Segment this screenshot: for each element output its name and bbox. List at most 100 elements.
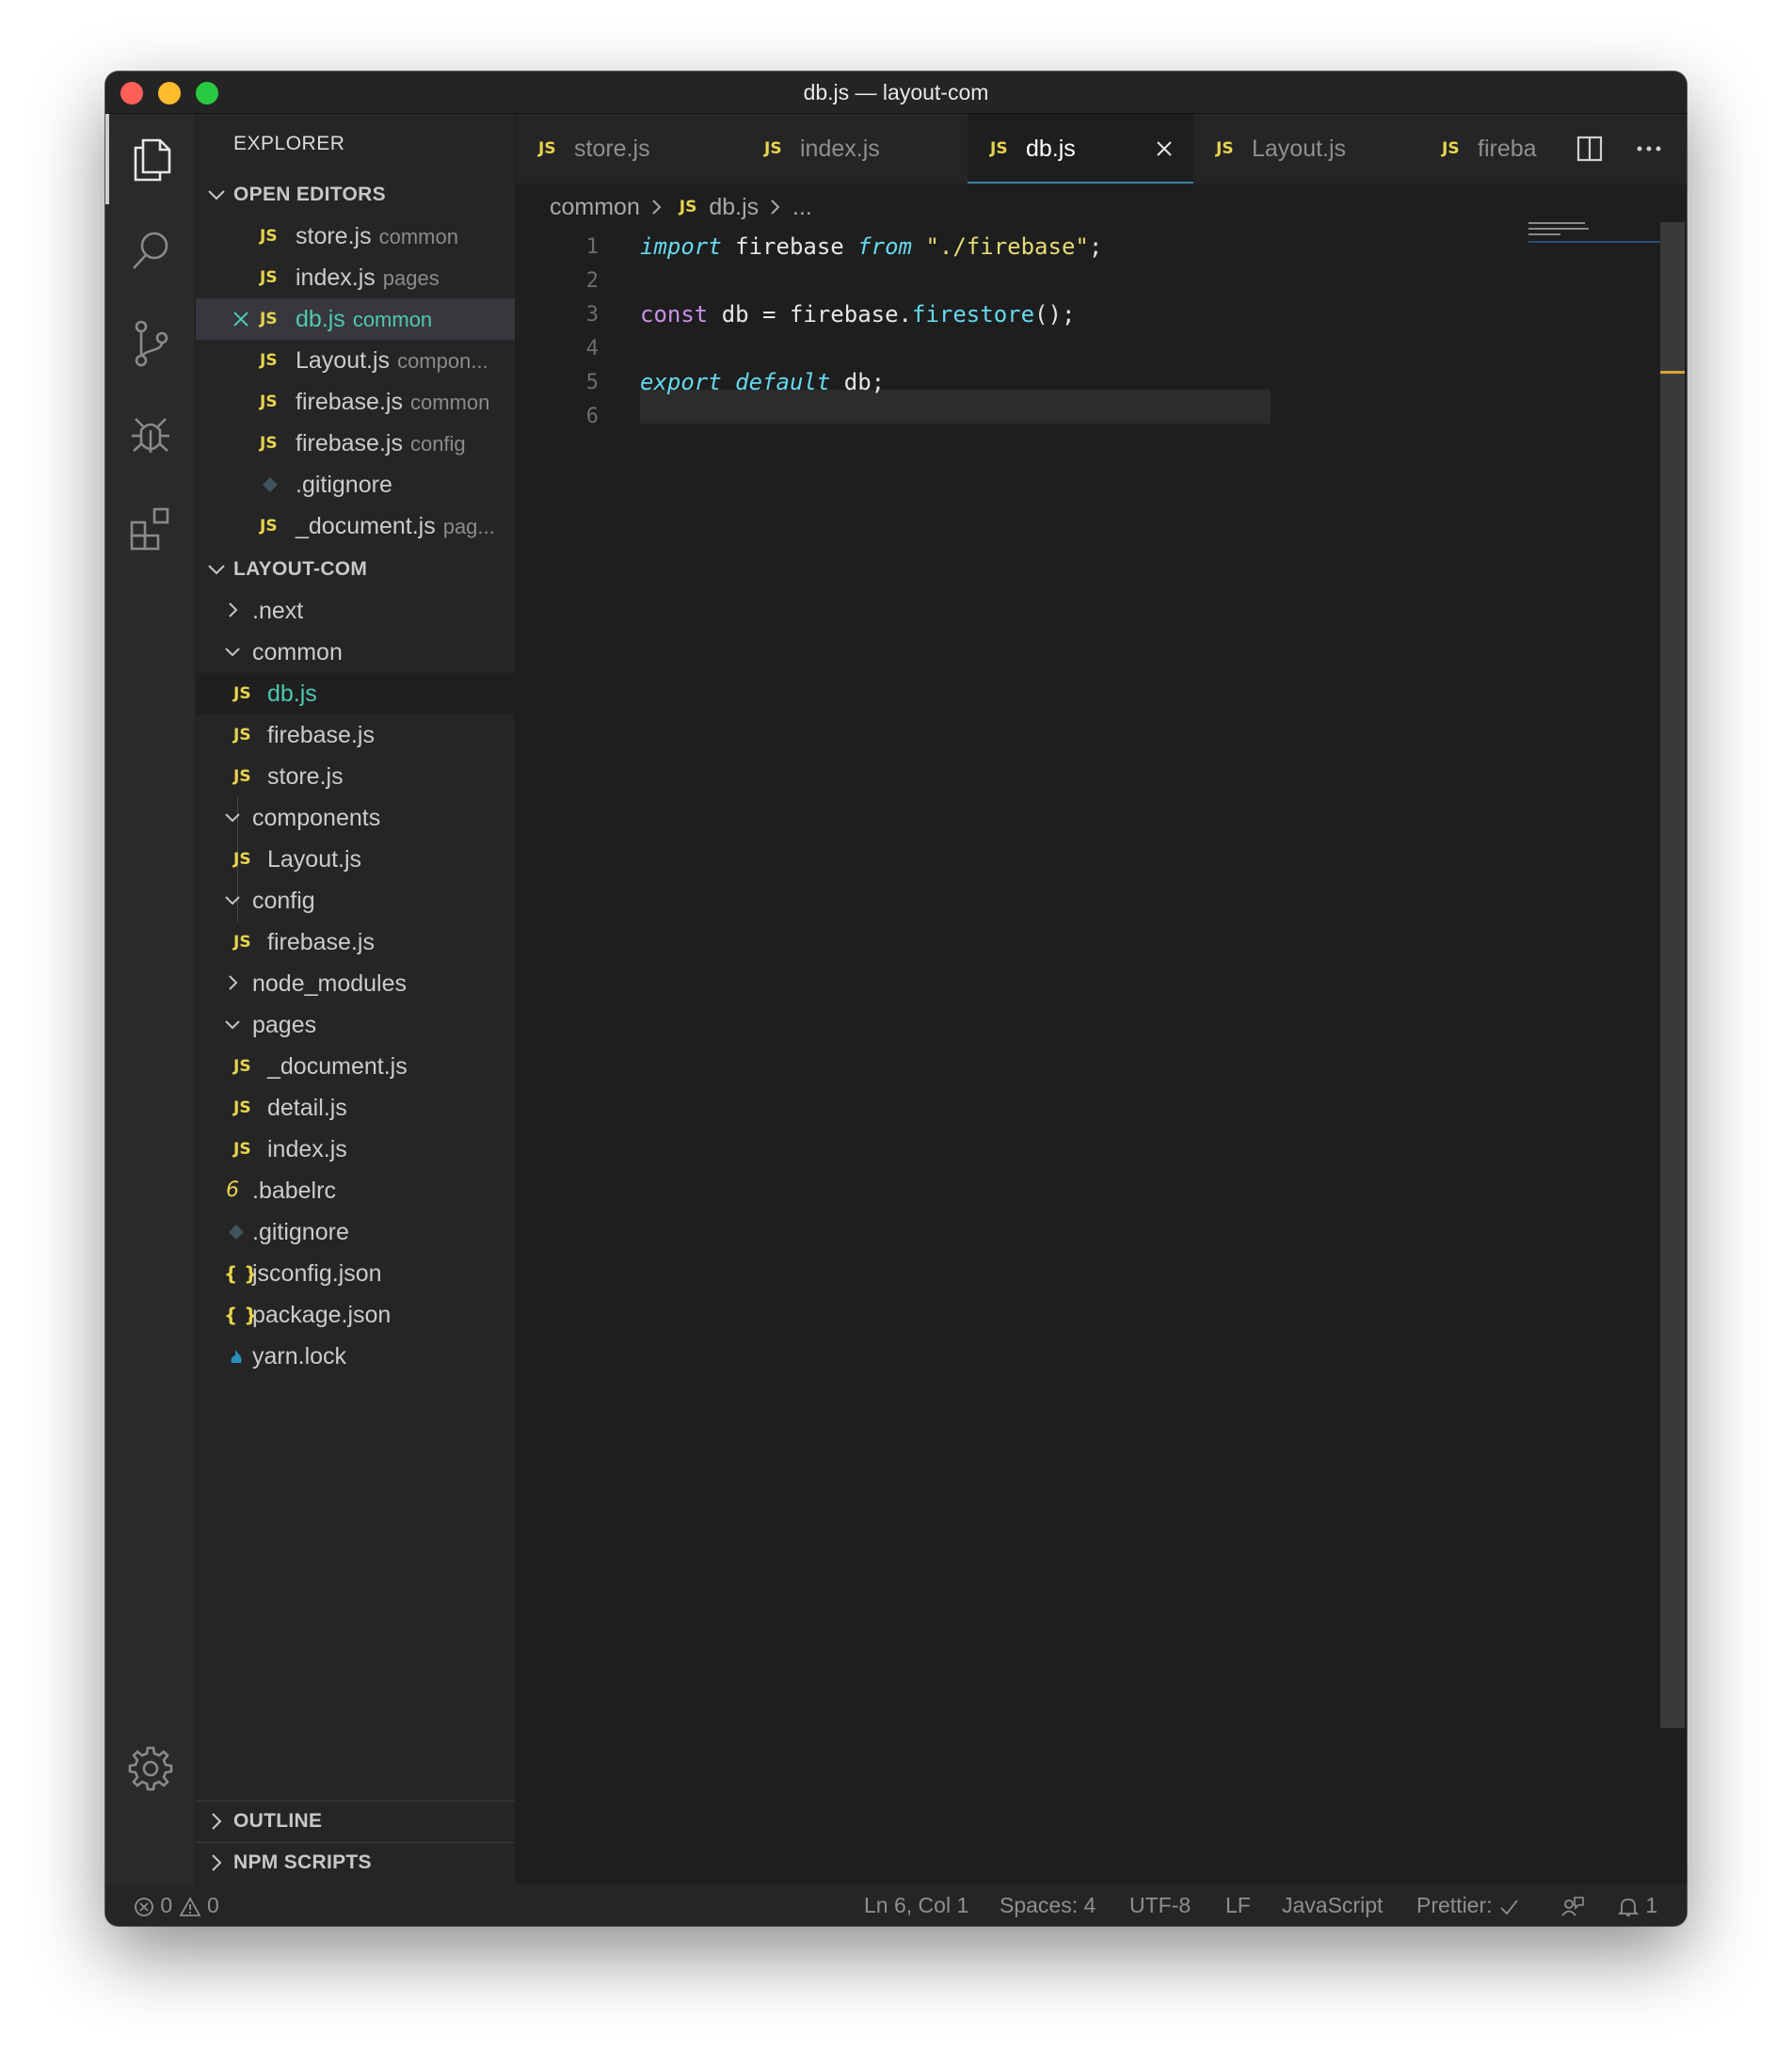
divider — [196, 1842, 515, 1843]
bug-icon — [131, 418, 169, 453]
open-editor-item[interactable]: JS _document.js pag... — [196, 505, 515, 547]
line-number: 5 — [585, 371, 599, 394]
js-file-icon: JS — [233, 850, 251, 869]
tree-folder[interactable]: config — [196, 880, 515, 921]
close-icon[interactable] — [232, 310, 250, 328]
more-actions-icon[interactable] — [1634, 135, 1664, 163]
tab-index-js[interactable]: JS index.js — [742, 114, 968, 184]
extensions-activity[interactable] — [105, 483, 195, 573]
tab-store-js[interactable]: JS store.js — [516, 114, 742, 184]
tree-folder[interactable]: common — [196, 632, 515, 673]
tree-folder[interactable]: node_modules — [196, 963, 515, 1004]
activity-bar — [105, 114, 195, 1884]
js-file-icon: JS — [260, 434, 278, 453]
js-file-icon: JS — [1216, 139, 1234, 158]
editor-scrollbar[interactable] — [1660, 222, 1685, 1728]
feedback-icon — [1561, 1897, 1584, 1916]
scrollbar-cursor-marker — [1660, 371, 1685, 374]
chevron-down-icon — [208, 190, 225, 200]
language-status[interactable]: JavaScript — [1282, 1884, 1383, 1926]
chevron-down-icon — [225, 896, 240, 905]
status-bar: 0 0 Ln 6, Col 1 Spaces: 4 UTF-8 LF JavaS… — [105, 1884, 1687, 1926]
indentation-status[interactable]: Spaces: 4 — [1000, 1884, 1096, 1926]
minimap[interactable] — [1528, 220, 1660, 243]
tab-actions — [1555, 114, 1687, 184]
source-control-activity[interactable] — [105, 298, 195, 389]
tree-file-active[interactable]: JS db.js — [196, 673, 515, 714]
search-activity[interactable] — [105, 206, 195, 296]
tree-file[interactable]: JS index.js — [196, 1129, 515, 1170]
settings-activity[interactable] — [105, 1723, 195, 1814]
tree-file[interactable]: JS detail.js — [196, 1087, 515, 1129]
js-file-icon: JS — [679, 198, 697, 217]
project-header[interactable]: LAYOUT-COM — [196, 551, 515, 588]
chevron-right-icon — [771, 200, 780, 216]
chevron-right-icon — [652, 200, 662, 216]
js-file-icon: JS — [233, 933, 251, 952]
problems-status[interactable]: 0 0 — [134, 1884, 219, 1926]
source-control-icon — [135, 320, 168, 367]
open-editor-item-active[interactable]: JS db.js common — [196, 298, 515, 340]
feedback-status[interactable] — [1560, 1884, 1585, 1926]
tree-file[interactable]: 6 .babelrc — [196, 1170, 515, 1211]
chevron-right-icon — [212, 1854, 222, 1871]
tree-file[interactable]: JS Layout.js — [196, 839, 515, 880]
js-file-icon: JS — [260, 227, 278, 246]
open-editors-header[interactable]: OPEN EDITORS — [196, 176, 515, 214]
tree-file[interactable]: JS _document.js — [196, 1046, 515, 1087]
js-file-icon: JS — [764, 139, 782, 158]
line-number: 2 — [585, 269, 599, 293]
tree-file[interactable]: JS store.js — [196, 756, 515, 797]
warning-icon — [179, 1897, 201, 1916]
files-icon — [134, 138, 170, 182]
gear-icon — [128, 1746, 172, 1791]
open-editor-item[interactable]: JS Layout.js compon... — [196, 340, 515, 381]
open-editor-item[interactable]: JS index.js pages — [196, 257, 515, 298]
debug-activity[interactable] — [105, 391, 195, 481]
tree-file[interactable]: .gitignore — [196, 1211, 515, 1253]
line-number: 3 — [585, 303, 599, 327]
open-editor-item[interactable]: JS firebase.js config — [196, 423, 515, 464]
open-editor-item[interactable]: JS firebase.js common — [196, 381, 515, 423]
tree-folder[interactable]: .next — [196, 590, 515, 632]
tree-file[interactable]: JS firebase.js — [196, 714, 515, 756]
js-file-icon: JS — [538, 139, 556, 158]
breadcrumb-file[interactable]: db.js — [709, 186, 759, 228]
notifications-status[interactable]: 1 — [1617, 1884, 1657, 1926]
tree-file[interactable]: { } jsconfig.json — [196, 1253, 515, 1294]
close-tab-icon[interactable] — [1154, 138, 1175, 159]
tab-db-js[interactable]: JS db.js — [968, 114, 1193, 184]
split-editor-icon[interactable] — [1576, 135, 1604, 163]
tree-file[interactable]: yarn.lock — [196, 1336, 515, 1377]
open-editor-item[interactable]: .gitignore — [196, 464, 515, 505]
tree-file[interactable]: JS firebase.js — [196, 921, 515, 963]
js-file-icon: JS — [260, 268, 278, 287]
encoding-status[interactable]: UTF-8 — [1129, 1884, 1191, 1926]
eol-status[interactable]: LF — [1225, 1884, 1251, 1926]
tree-folder[interactable]: pages — [196, 1004, 515, 1046]
tab-layout-js[interactable]: JS Layout.js — [1193, 114, 1419, 184]
line-number: 4 — [585, 337, 599, 361]
git-file-icon — [263, 477, 278, 492]
js-file-icon: JS — [260, 351, 278, 370]
npm-scripts-header[interactable]: NPM SCRIPTS — [196, 1844, 515, 1882]
explorer-activity[interactable] — [105, 114, 195, 204]
outline-header[interactable]: OUTLINE — [196, 1803, 515, 1840]
tree-folder[interactable]: components — [196, 797, 515, 839]
chevron-down-icon — [225, 813, 240, 823]
cursor-position-status[interactable]: Ln 6, Col 1 — [864, 1884, 968, 1926]
vscode-window: db.js — layout-com EXPLORER OPEN EDITORS… — [105, 72, 1687, 1926]
babel-file-icon: 6 — [226, 1178, 239, 1202]
tree-file[interactable]: { } package.json — [196, 1294, 515, 1336]
breadcrumb-more[interactable]: ... — [792, 186, 812, 228]
js-file-icon: JS — [233, 1057, 251, 1076]
editor-tabs: JS store.js JS index.js JS db.js JS Layo… — [516, 114, 1687, 184]
error-icon — [135, 1898, 153, 1916]
open-editor-item[interactable]: JS store.js common — [196, 216, 515, 257]
line-number: 1 — [585, 235, 599, 259]
chevron-down-icon — [225, 648, 240, 657]
breadcrumb-folder[interactable]: common — [550, 186, 640, 228]
code-line: export default db; — [640, 369, 886, 395]
js-file-icon: JS — [233, 1098, 251, 1117]
prettier-status[interactable]: Prettier: — [1416, 1884, 1519, 1926]
